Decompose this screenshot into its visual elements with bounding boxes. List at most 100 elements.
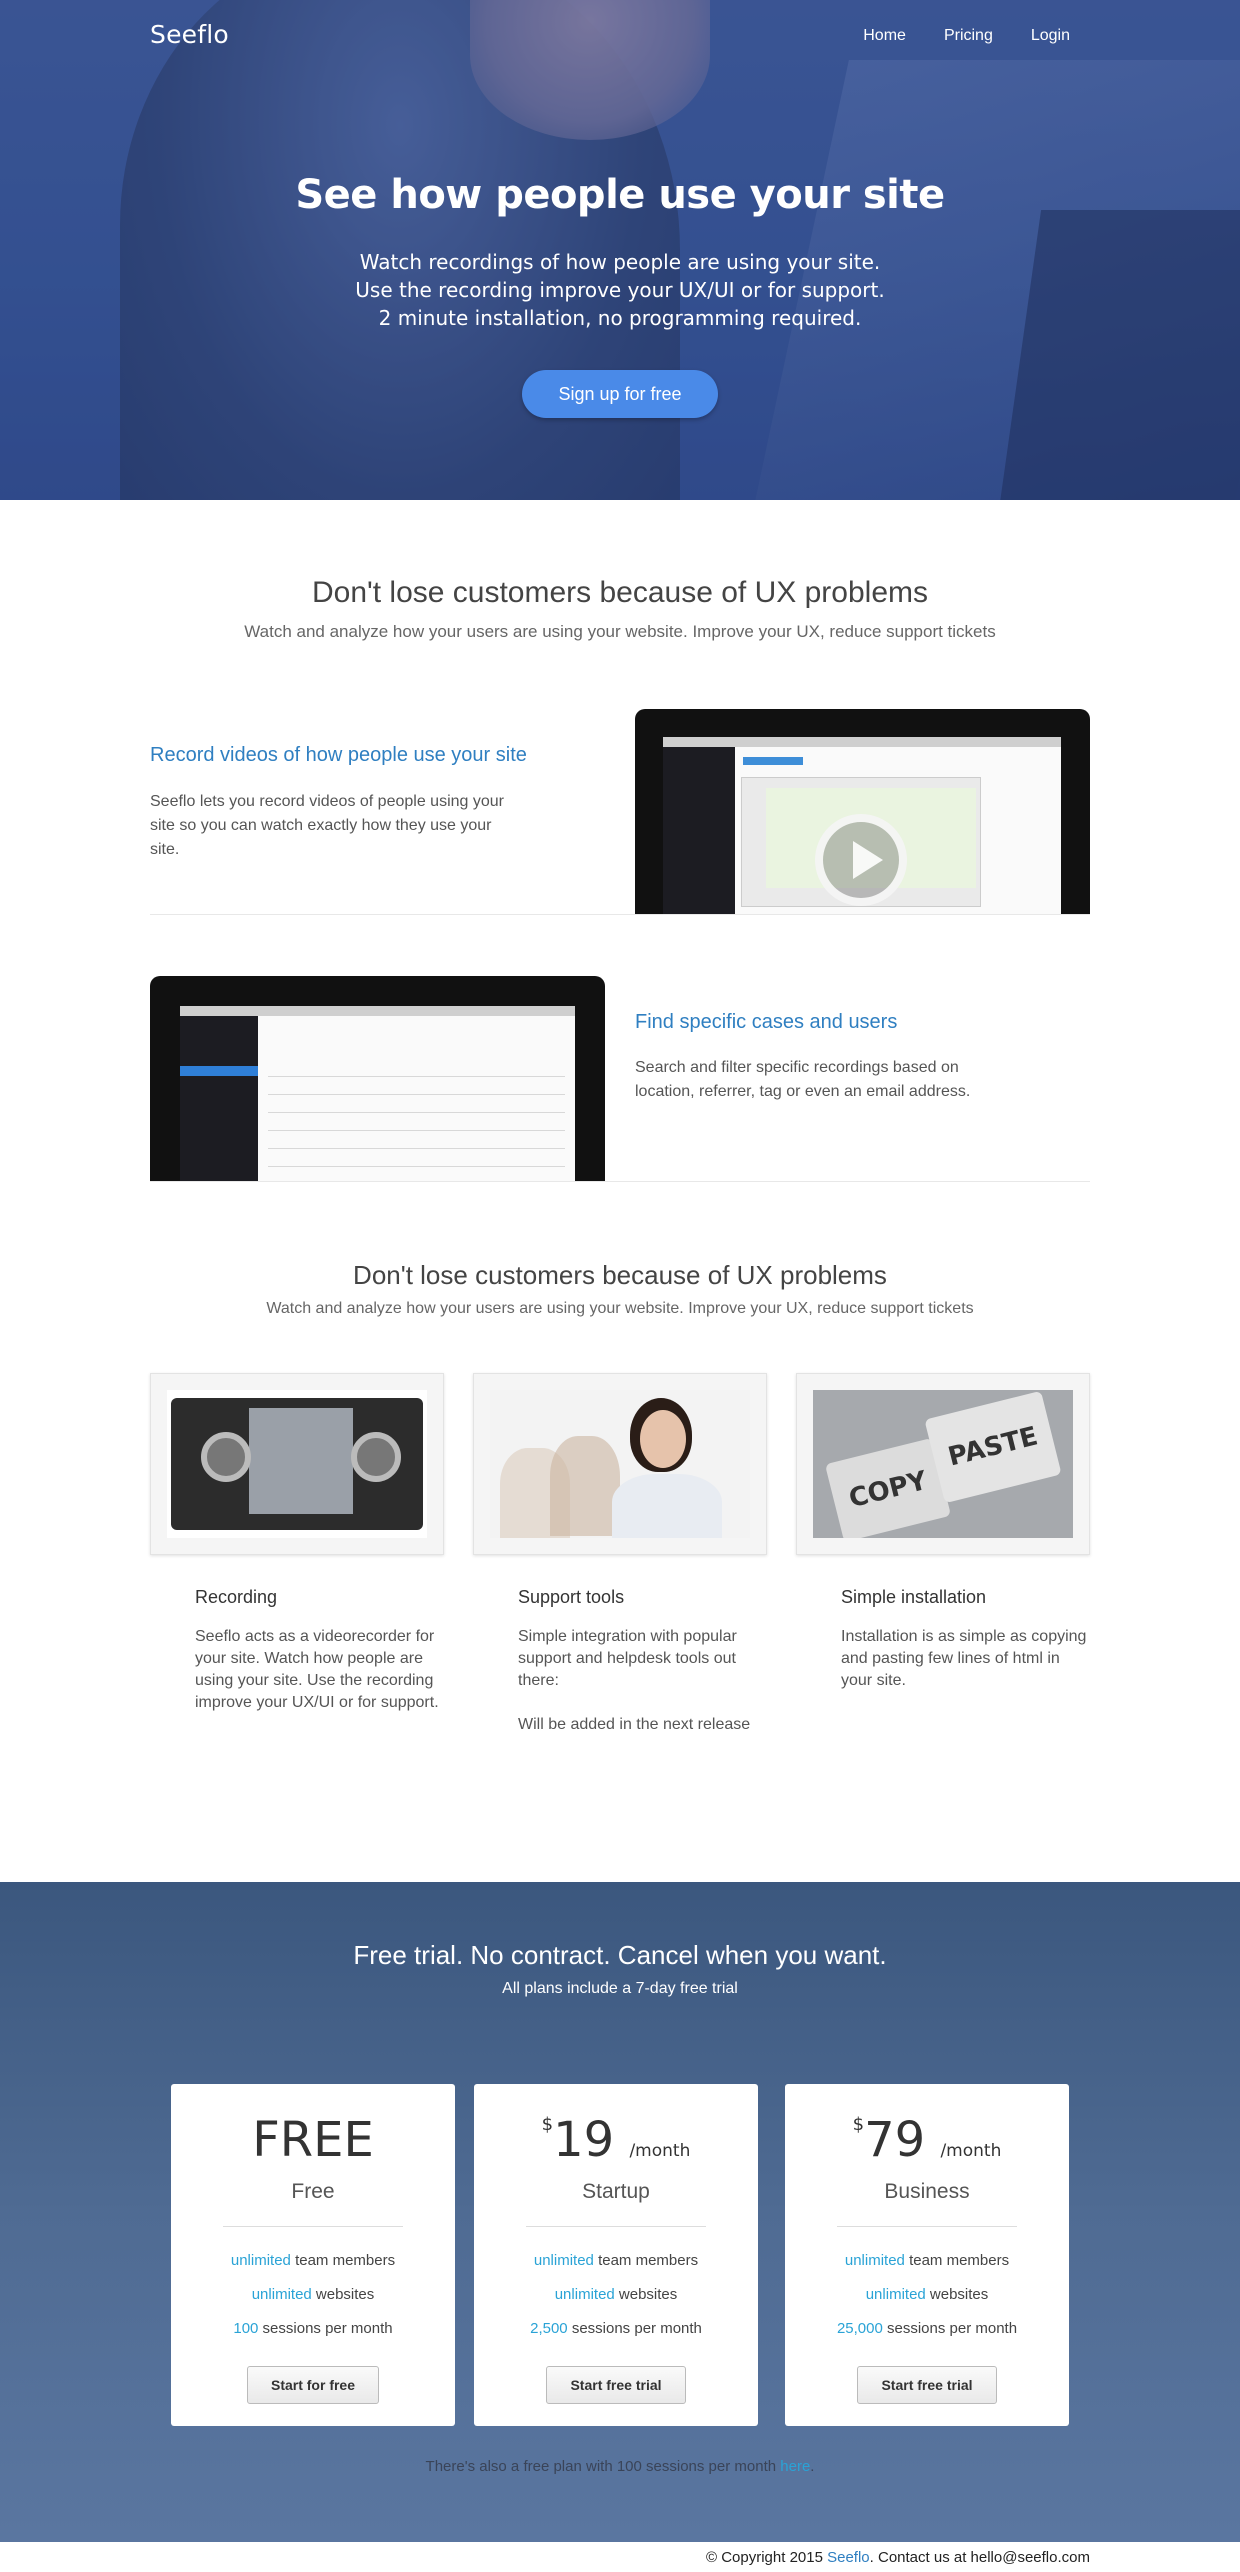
vhs-tape-image xyxy=(150,1373,444,1555)
hero-title: See how people use your site xyxy=(295,172,945,218)
table-row xyxy=(268,1130,565,1131)
agent-body xyxy=(612,1474,722,1538)
start-trial-startup-button[interactable]: Start free trial xyxy=(546,2366,686,2404)
recording-screenshot xyxy=(635,709,1090,915)
free-plan-link[interactable]: here xyxy=(780,2458,810,2475)
footer-text: © Copyright 2015 Seeflo. Contact us at h… xyxy=(706,2549,1090,2566)
price-period: /month xyxy=(629,2141,691,2161)
feature-label: websites xyxy=(311,2286,375,2303)
plan-free-card: FREE Free unlimited team members unlimit… xyxy=(171,2084,455,2426)
agent-face xyxy=(640,1410,686,1468)
sidebar-active-item xyxy=(180,1066,258,1076)
pricing-title: Free trial. No contract. Cancel when you… xyxy=(353,1940,887,1970)
progress-bar xyxy=(743,757,803,765)
plan-business-name: Business xyxy=(884,2180,970,2203)
feature-highlight: 25,000 xyxy=(836,2320,883,2337)
vhs-reel-left xyxy=(201,1432,251,1482)
table-row xyxy=(268,1076,565,1077)
note-end: . xyxy=(810,2458,815,2475)
price-period: /month xyxy=(940,2141,1002,2161)
plan-free-name: Free xyxy=(291,2180,335,2203)
start-free-button[interactable]: Start for free xyxy=(247,2366,379,2404)
vhs-reel-right xyxy=(351,1432,401,1482)
divider-1 xyxy=(150,914,1090,915)
feature-label: websites xyxy=(614,2286,678,2303)
support-agent-image xyxy=(473,1373,767,1555)
hero-description: Watch recordings of how people are using… xyxy=(0,248,1240,332)
vhs-label xyxy=(249,1408,353,1514)
feature-highlight: unlimited xyxy=(251,2286,312,2303)
support-image-frame xyxy=(490,1390,750,1538)
feature-label: team members xyxy=(593,2252,699,2269)
feature-search-title: Find specific cases and users xyxy=(635,1011,898,1033)
price-value: 19 xyxy=(553,2112,615,2168)
browser-bar xyxy=(663,737,1061,747)
plan-startup-price: $19 /month xyxy=(474,2112,758,2168)
feature-highlight: 100 xyxy=(233,2320,259,2337)
plan-startup-card: $19 /month Startup unlimited team member… xyxy=(474,2084,758,2426)
app-main xyxy=(735,747,1061,915)
browser-bar xyxy=(180,1006,575,1016)
plan-divider xyxy=(223,2226,403,2227)
note-text: There's also a free plan with 100 sessio… xyxy=(425,2458,781,2475)
search-screenshot xyxy=(150,976,605,1182)
main-nav: Home Pricing Login xyxy=(863,27,1070,45)
search-screen xyxy=(180,1006,575,1182)
hero-line-2: Use the recording improve your UX/UI or … xyxy=(355,278,885,302)
hero-line-3: 2 minute installation, no programming re… xyxy=(378,306,862,330)
feature-record-title: Record videos of how people use your sit… xyxy=(150,744,527,766)
play-icon[interactable] xyxy=(815,814,907,906)
feature-record-text: Seeflo lets you record videos of people … xyxy=(150,793,504,858)
feature-highlight: 2,500 xyxy=(530,2320,568,2337)
free-plan-note: There's also a free plan with 100 sessio… xyxy=(0,2458,1240,2475)
app-sidebar xyxy=(663,747,735,915)
pricing-section: Free trial. No contract. Cancel when you… xyxy=(0,1882,1240,2542)
feature-highlight: unlimited xyxy=(554,2286,615,2303)
section2-subtitle: Watch and analyze how your users are usi… xyxy=(266,1300,974,1317)
currency-symbol: $ xyxy=(852,2114,865,2135)
plan-feature: 2,500 sessions per month xyxy=(474,2320,758,2337)
plan-feature: unlimited websites xyxy=(474,2286,758,2303)
contact-text: . Contact us at hello@seeflo.com xyxy=(869,2549,1090,2566)
feature-label: sessions per month xyxy=(258,2320,393,2337)
start-trial-business-button[interactable]: Start free trial xyxy=(857,2366,997,2404)
intro-title: Don't lose customers because of UX probl… xyxy=(311,576,928,609)
brand-logo[interactable]: Seeflo xyxy=(150,20,229,49)
copy-paste-keys-image: COPY PASTE xyxy=(796,1373,1090,1555)
card-recording-text: Seeflo acts as a videorecorder for your … xyxy=(195,1628,439,1711)
card-install-title: Simple installation xyxy=(841,1587,987,1607)
card-install-text: Installation is as simple as copying and… xyxy=(841,1628,1087,1689)
nav-home-link[interactable]: Home xyxy=(863,27,906,45)
currency-symbol: $ xyxy=(541,2114,554,2135)
pricing-subtitle: All plans include a 7-day free trial xyxy=(502,1980,738,1997)
footer-brand-link[interactable]: Seeflo xyxy=(827,2549,870,2566)
nav-pricing-link[interactable]: Pricing xyxy=(944,27,993,45)
feature-highlight: unlimited xyxy=(844,2252,905,2269)
table-row xyxy=(268,1166,565,1167)
plan-feature: unlimited team members xyxy=(785,2252,1069,2269)
plan-feature: 100 sessions per month xyxy=(171,2320,455,2337)
plan-divider xyxy=(837,2226,1017,2227)
hero-line-1: Watch recordings of how people are using… xyxy=(359,250,881,274)
signup-button[interactable]: Sign up for free xyxy=(522,370,718,418)
results-table xyxy=(258,1016,575,1182)
nav-login-link[interactable]: Login xyxy=(1031,27,1070,45)
copyright-text: © Copyright 2015 xyxy=(705,2549,828,2566)
feature-label: websites xyxy=(925,2286,989,2303)
plan-divider xyxy=(526,2226,706,2227)
intro-subtitle: Watch and analyze how your users are usi… xyxy=(244,622,996,641)
section2-title: Don't lose customers because of UX probl… xyxy=(353,1260,887,1290)
plan-feature: unlimited team members xyxy=(474,2252,758,2269)
plan-feature: 25,000 sessions per month xyxy=(785,2320,1069,2337)
plan-business-price: $79 /month xyxy=(785,2112,1069,2168)
plan-feature: unlimited websites xyxy=(171,2286,455,2303)
plan-business-card: $79 /month Business unlimited team membe… xyxy=(785,2084,1069,2426)
feature-label: sessions per month xyxy=(882,2320,1018,2337)
card-support-title: Support tools xyxy=(518,1587,625,1607)
footer: © Copyright 2015 Seeflo. Contact us at h… xyxy=(0,2542,1240,2572)
vhs-body xyxy=(171,1398,423,1530)
card-support-text: Simple integration with popular support … xyxy=(518,1628,737,1689)
app-sidebar xyxy=(180,1016,258,1182)
table-row xyxy=(268,1112,565,1113)
feature-search-text: Search and filter specific recordings ba… xyxy=(635,1059,971,1100)
